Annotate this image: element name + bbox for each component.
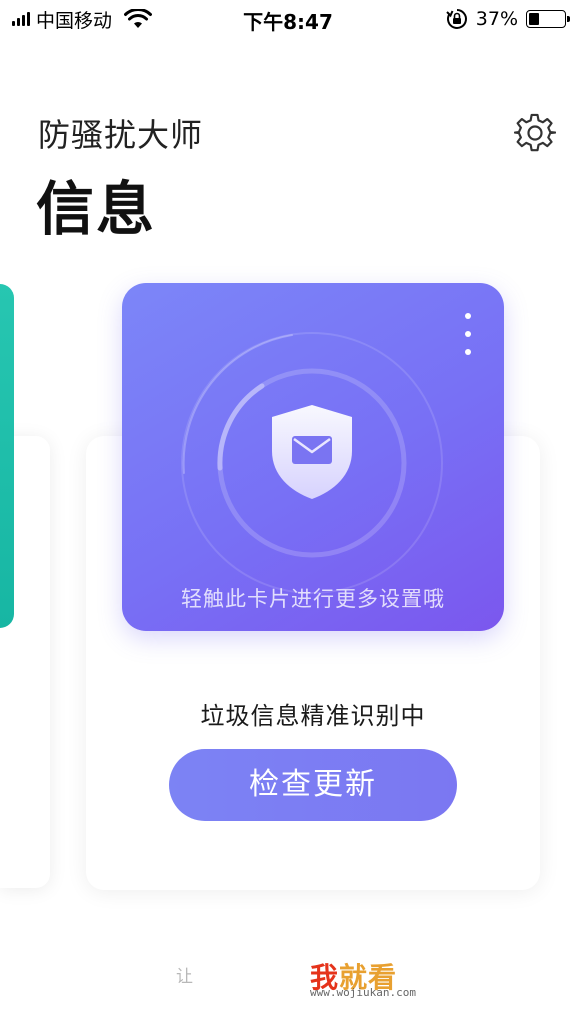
- battery-fill: [529, 13, 540, 25]
- battery-tip: [567, 16, 570, 22]
- shield-mail-icon: [272, 405, 352, 499]
- detection-status-text: 垃圾信息精准识别中: [200, 702, 426, 730]
- check-update-button[interactable]: 检查更新: [169, 749, 457, 821]
- watermark-logo: 我就看 www.wojiukan.com: [310, 956, 450, 1002]
- bottom-partial-label: 让: [176, 967, 193, 987]
- card-hint: 轻触此卡片进行更多设置哦: [181, 587, 445, 611]
- rotation-lock-icon: [446, 9, 467, 29]
- battery-icon: [526, 10, 570, 28]
- feature-card[interactable]: 轻触此卡片进行更多设置哦: [122, 283, 504, 631]
- status-right: 37%: [446, 6, 570, 32]
- app-title: 防骚扰大师: [38, 116, 204, 154]
- more-vertical-icon[interactable]: [458, 313, 478, 355]
- previous-feature-card[interactable]: [0, 284, 14, 628]
- battery-percent: 37%: [475, 8, 518, 30]
- page-title: 信息: [36, 175, 157, 243]
- status-bar: 中国移动 下午8:47 37%: [0, 0, 576, 40]
- gear-icon[interactable]: [514, 112, 556, 154]
- watermark-url: www.wojiukan.com: [310, 986, 416, 999]
